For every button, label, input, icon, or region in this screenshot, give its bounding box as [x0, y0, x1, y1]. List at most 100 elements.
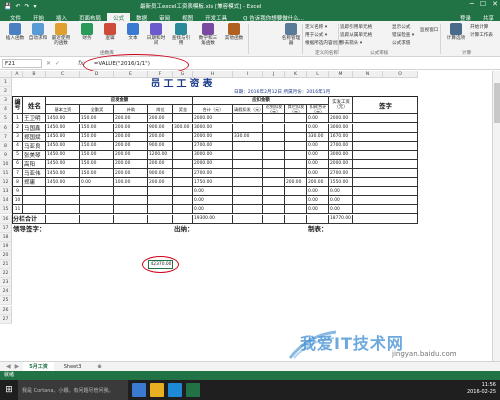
column-header[interactable]: H	[193, 71, 233, 78]
row-name[interactable]	[23, 196, 46, 206]
row-value[interactable]	[173, 141, 193, 151]
row-value[interactable]: 0.00	[307, 150, 329, 160]
row-header[interactable]: 27	[0, 314, 12, 324]
row-value[interactable]	[285, 205, 307, 215]
windows-start-icon[interactable]: ⊞	[0, 380, 18, 400]
ribbon-small-item[interactable]: 开始计算	[470, 24, 488, 30]
row-value[interactable]	[173, 159, 193, 169]
row-value[interactable]	[148, 196, 173, 206]
row-value[interactable]	[285, 159, 307, 169]
row-header[interactable]: 18	[0, 232, 12, 242]
row-header[interactable]: 26	[0, 305, 12, 315]
row-header[interactable]: 23	[0, 278, 12, 288]
sheet-tab[interactable]: Sheet3	[58, 363, 88, 371]
ribbon-small-item[interactable]: 定义名称 ▾	[305, 24, 327, 30]
row-value[interactable]	[263, 169, 285, 179]
row-value[interactable]	[233, 178, 263, 188]
row-num[interactable]: 11	[12, 205, 23, 215]
row-value[interactable]: 150.00	[80, 169, 114, 179]
row-value[interactable]	[46, 187, 80, 197]
row-num[interactable]: 2	[12, 123, 23, 133]
column-header[interactable]: C	[46, 71, 80, 78]
ribbon-small-item[interactable]: 显示公式	[392, 24, 410, 30]
row-name[interactable]: 高阳	[23, 159, 46, 169]
row-value[interactable]: 2000.00	[193, 132, 233, 142]
date-line[interactable]: 日期：2016年2月12日 所属月份：2016年1月	[233, 87, 418, 96]
row-header[interactable]: 16	[0, 214, 12, 224]
total-value[interactable]	[114, 214, 148, 224]
row-value[interactable]: 3000.00	[193, 150, 233, 160]
ribbon-button[interactable]: 数学和三角函数	[197, 23, 219, 46]
explorer-icon[interactable]	[150, 383, 164, 397]
row-num[interactable]: 1	[12, 114, 23, 124]
header-should-pay[interactable]: 应发金额	[46, 96, 193, 106]
header-sub[interactable]: 扣款合计（元）	[307, 105, 329, 115]
row-value[interactable]: 1450.00	[46, 132, 80, 142]
row-value[interactable]: 0.00	[307, 196, 329, 206]
ribbon-button[interactable]: 名称管理器	[280, 23, 302, 46]
row-num[interactable]: 3	[12, 132, 23, 142]
ribbon-tab[interactable]: 公式	[107, 13, 131, 22]
header-sub[interactable]: 岗位	[148, 105, 173, 115]
row-num[interactable]: 8	[12, 178, 23, 188]
row-name[interactable]: 郑庸	[23, 178, 46, 188]
row-value[interactable]	[173, 114, 193, 124]
row-value[interactable]	[285, 123, 307, 133]
row-value[interactable]: 0.00	[329, 196, 353, 206]
row-value[interactable]	[263, 114, 285, 124]
sheet-title[interactable]: 员工工资表	[80, 78, 285, 87]
row-sign[interactable]	[353, 141, 418, 151]
row-value[interactable]: 1450.00	[46, 169, 80, 179]
column-header[interactable]: L	[307, 71, 329, 78]
row-value[interactable]: 200.00	[114, 159, 148, 169]
row-value[interactable]: 2700.00	[193, 141, 233, 151]
row-sign[interactable]	[353, 114, 418, 124]
row-value[interactable]: 200.00	[148, 132, 173, 142]
edge-icon[interactable]	[168, 383, 182, 397]
row-value[interactable]	[173, 169, 193, 179]
header-num[interactable]: 编号	[12, 96, 23, 115]
ribbon-small-item[interactable]: 追踪从属单元格	[340, 32, 372, 38]
row-value[interactable]	[233, 114, 263, 124]
row-sign[interactable]	[353, 132, 418, 142]
excel-icon[interactable]	[186, 383, 200, 397]
row-value[interactable]: 2000.00	[193, 159, 233, 169]
select-all-corner[interactable]	[0, 71, 12, 78]
close-icon[interactable]: ✕	[492, 0, 498, 8]
row-value[interactable]	[173, 205, 193, 215]
row-value[interactable]	[285, 169, 307, 179]
header-sub[interactable]: 迟到扣发（元）	[263, 105, 285, 115]
row-value[interactable]: 900.00	[148, 141, 173, 151]
header-sub[interactable]: 其它扣发（元）	[285, 105, 307, 115]
row-value[interactable]	[263, 159, 285, 169]
row-header[interactable]: 5	[0, 114, 12, 124]
row-value[interactable]: 150.00	[80, 141, 114, 151]
total-value[interactable]	[263, 214, 285, 224]
row-value[interactable]	[173, 132, 193, 142]
column-header[interactable]: B	[23, 71, 46, 78]
row-num[interactable]: 4	[12, 141, 23, 151]
row-value[interactable]: 0.00	[193, 205, 233, 215]
ribbon-button[interactable]: 逻辑	[99, 23, 121, 41]
row-value[interactable]: 2700.00	[329, 169, 353, 179]
row-value[interactable]: 0.00	[307, 205, 329, 215]
ribbon-button[interactable]: 财务	[76, 23, 98, 41]
row-value[interactable]	[263, 196, 285, 206]
row-value[interactable]	[148, 205, 173, 215]
row-value[interactable]	[80, 196, 114, 206]
sign-leader[interactable]: 领导签字：	[12, 224, 114, 233]
row-value[interactable]: 1450.00	[46, 159, 80, 169]
row-value[interactable]	[173, 196, 193, 206]
row-name[interactable]: 马国鑫	[23, 123, 46, 133]
row-sign[interactable]	[353, 187, 418, 197]
row-header[interactable]: 7	[0, 132, 12, 142]
row-value[interactable]: 1450.00	[46, 178, 80, 188]
ribbon-small-item[interactable]: 用于公式 ▾	[305, 32, 327, 38]
add-sheet-button[interactable]: ⊕	[91, 363, 107, 371]
row-header[interactable]: 22	[0, 269, 12, 279]
ribbon-small-item[interactable]: 计算工作表	[470, 32, 493, 38]
row-value[interactable]: 300.00	[173, 123, 193, 133]
total-sign[interactable]	[353, 214, 418, 224]
enter-icon[interactable]: ✓	[55, 60, 60, 67]
row-header[interactable]: 13	[0, 187, 12, 197]
